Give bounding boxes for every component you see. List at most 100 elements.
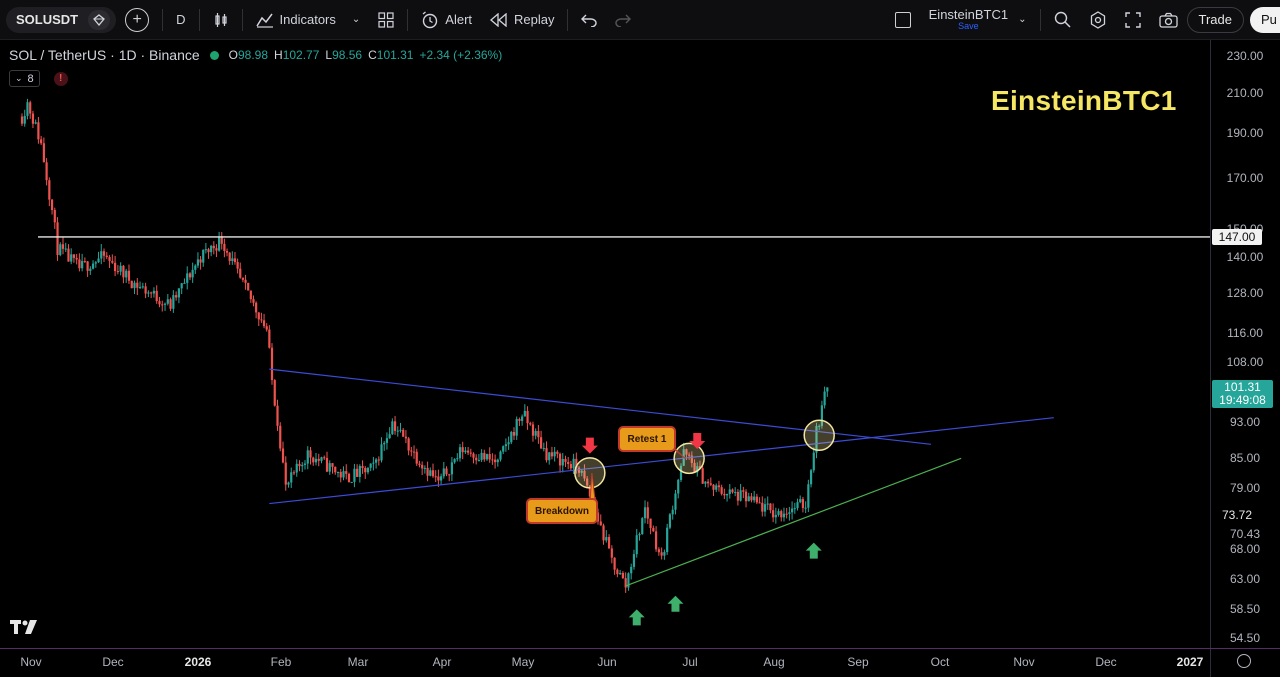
time-label: Feb bbox=[270, 655, 292, 669]
candle-body bbox=[116, 271, 119, 273]
error-badge[interactable]: ! bbox=[53, 71, 68, 86]
quick-search-button[interactable] bbox=[1045, 5, 1080, 35]
time-label: Apr bbox=[432, 655, 452, 669]
candle-body bbox=[442, 468, 445, 477]
candle-body bbox=[276, 405, 279, 426]
candle-body bbox=[210, 245, 213, 253]
candle-body bbox=[782, 513, 786, 518]
candle-body bbox=[602, 525, 605, 541]
time-label: 2027 bbox=[1176, 655, 1204, 669]
candle-body bbox=[270, 347, 274, 381]
candle-body bbox=[361, 466, 364, 468]
candle-body bbox=[766, 503, 769, 505]
candle-body bbox=[655, 531, 658, 550]
candle-body bbox=[526, 410, 529, 424]
toolbar-divider bbox=[162, 8, 164, 31]
candle-body bbox=[26, 102, 29, 116]
candle-body bbox=[113, 262, 117, 272]
candle-body bbox=[347, 473, 351, 483]
candle-body bbox=[643, 507, 647, 519]
candle-body bbox=[407, 438, 410, 451]
candle-body bbox=[241, 277, 245, 280]
candle-body bbox=[491, 459, 494, 461]
candle-body bbox=[100, 251, 103, 259]
add-symbol-icon: + bbox=[125, 7, 150, 32]
candle-body bbox=[217, 237, 221, 251]
candle-body bbox=[388, 434, 391, 439]
redo-icon bbox=[615, 14, 632, 27]
candle-body bbox=[564, 458, 567, 462]
chart-type-button[interactable] bbox=[204, 5, 238, 35]
highlight-circle bbox=[673, 442, 705, 475]
candle-body bbox=[204, 249, 207, 251]
candle-body bbox=[215, 248, 218, 251]
gear-icon bbox=[1090, 10, 1105, 29]
diamond-icon[interactable] bbox=[88, 9, 111, 30]
candle-body bbox=[260, 319, 263, 321]
layout-menu-button[interactable]: EinsteinBTC1 Save ⌄ bbox=[920, 5, 1036, 35]
candle-body bbox=[666, 527, 669, 553]
candle-body bbox=[826, 387, 829, 392]
candle-body bbox=[499, 451, 502, 460]
candle-body bbox=[141, 286, 144, 288]
candle-body bbox=[177, 288, 181, 298]
tradingview-logo[interactable] bbox=[10, 618, 38, 639]
trade-label: Trade bbox=[1198, 12, 1232, 27]
symbol-search-button[interactable]: SOLUSDT bbox=[6, 6, 117, 33]
candle-body bbox=[72, 254, 76, 258]
arrow-up-icon bbox=[805, 542, 822, 559]
candle-body bbox=[172, 295, 175, 309]
indicators-toggle[interactable]: ⌄ 8 bbox=[9, 70, 40, 87]
chart-canvas[interactable] bbox=[0, 40, 1210, 648]
candle-body bbox=[774, 514, 777, 518]
chart-pane[interactable] bbox=[0, 40, 1210, 648]
breakdown-callout: Breakdown bbox=[526, 498, 598, 524]
candle-body bbox=[531, 424, 535, 436]
candle-body bbox=[619, 572, 622, 575]
candle-body bbox=[391, 421, 394, 435]
candle-body bbox=[127, 270, 131, 281]
price-tick: 68.00 bbox=[1229, 541, 1261, 556]
indicators-button[interactable]: Indicators ⌄ bbox=[247, 5, 370, 35]
high-value: 102.77 bbox=[282, 48, 320, 62]
publish-button[interactable]: Pu bbox=[1250, 6, 1280, 33]
redo-button[interactable] bbox=[606, 5, 640, 35]
time-label: Nov bbox=[1013, 655, 1035, 669]
candle-body bbox=[331, 463, 334, 467]
symbol-title[interactable]: SOL / TetherUS · 1D · Binance bbox=[9, 47, 200, 63]
fullscreen-button[interactable] bbox=[1116, 5, 1150, 35]
candle-body bbox=[753, 496, 756, 501]
layout-save-label[interactable]: Save bbox=[958, 21, 979, 31]
candles-icon bbox=[214, 12, 227, 27]
snapshot-button[interactable] bbox=[1150, 5, 1187, 35]
horizontal-level-tag: 147.00 bbox=[1212, 229, 1262, 245]
candle-body bbox=[383, 442, 386, 445]
candle-body bbox=[812, 452, 815, 471]
trade-button[interactable]: Trade bbox=[1186, 6, 1244, 33]
replay-button[interactable]: Replay bbox=[481, 5, 563, 35]
undo-button[interactable] bbox=[572, 5, 606, 35]
candle-body bbox=[223, 243, 226, 252]
chevron-down-icon[interactable]: ⌄ bbox=[352, 14, 360, 25]
candle-body bbox=[561, 458, 564, 466]
search-icon bbox=[1054, 11, 1071, 28]
candle-body bbox=[545, 448, 548, 461]
candle-body bbox=[510, 432, 513, 443]
trendline-support bbox=[625, 457, 962, 587]
layout-name: EinsteinBTC1 Save bbox=[929, 8, 1008, 31]
alert-button[interactable]: Alert bbox=[412, 5, 481, 35]
candle-body bbox=[125, 270, 128, 278]
candle-body bbox=[303, 463, 307, 465]
low-marker-tag: 73.72 bbox=[1212, 508, 1262, 523]
interval-button[interactable]: D bbox=[167, 5, 194, 35]
templates-button[interactable] bbox=[369, 5, 403, 35]
axis-settings-icon[interactable] bbox=[1237, 654, 1251, 668]
candle-body bbox=[572, 458, 575, 469]
candle-body bbox=[569, 464, 573, 469]
settings-button[interactable] bbox=[1080, 5, 1116, 35]
compare-button[interactable]: + bbox=[116, 5, 158, 35]
candle-body bbox=[418, 463, 421, 465]
layout-checkbox[interactable] bbox=[886, 5, 920, 35]
top-toolbar: SOLUSDT + D Indicators ⌄ Alert Replay Ei… bbox=[0, 0, 1280, 40]
candle-body bbox=[279, 425, 282, 449]
